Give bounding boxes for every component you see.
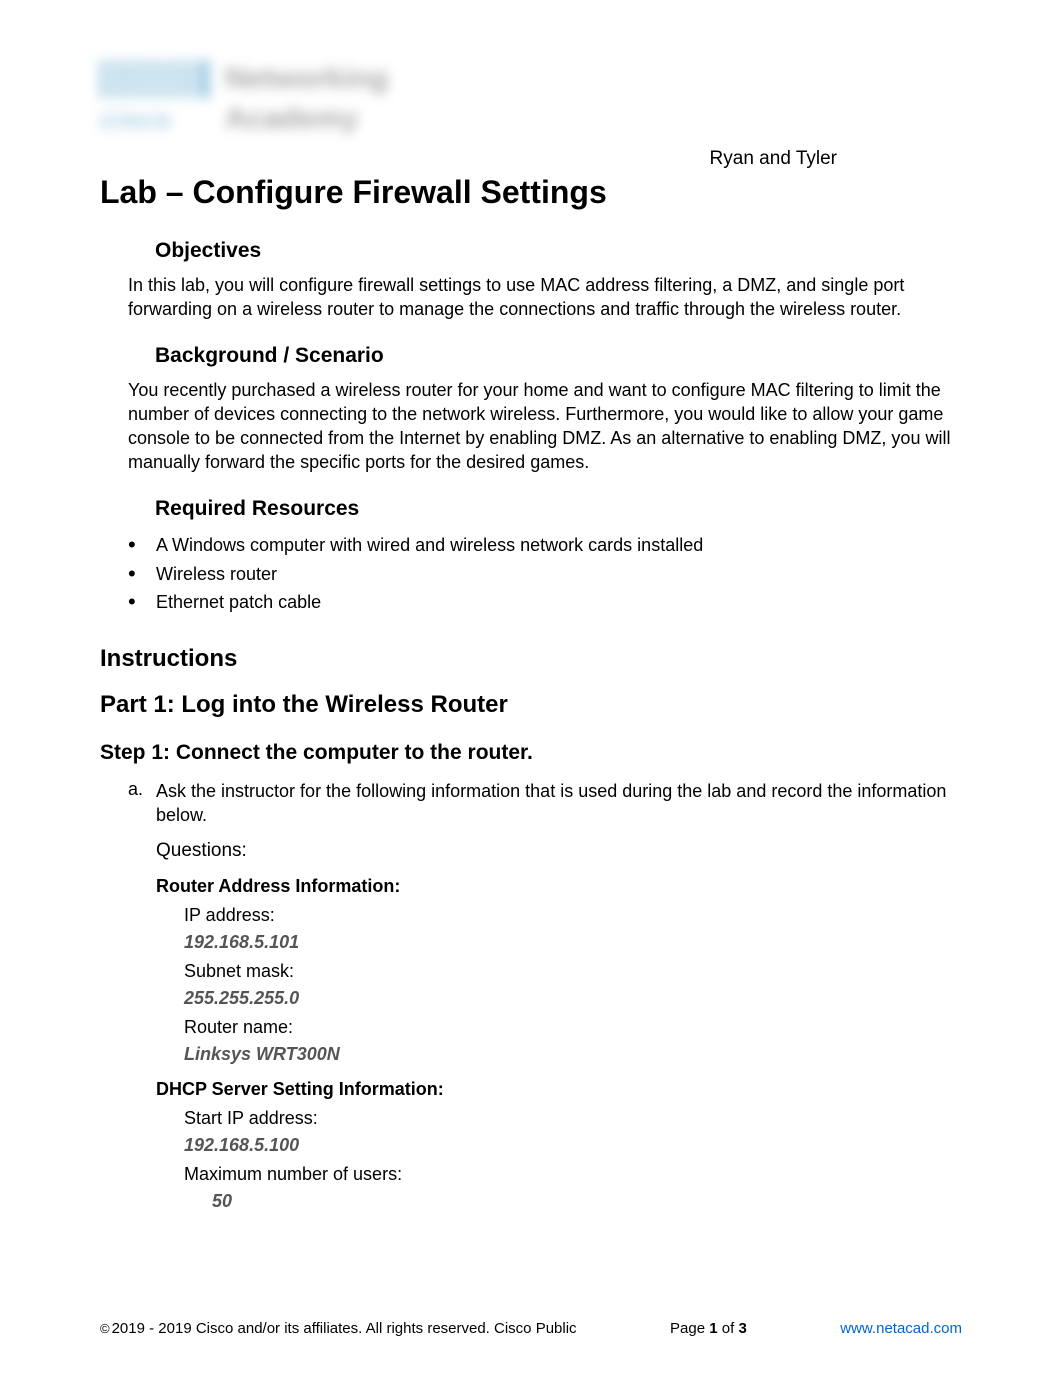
ip-address-value: 192.168.5.101 (184, 932, 962, 953)
item-letter: a. (128, 779, 156, 828)
instructions-heading: Instructions (100, 645, 962, 673)
ip-address-label: IP address: (184, 905, 962, 926)
list-item: Ethernet patch cable (128, 588, 962, 617)
router-name-value: Linksys WRT300N (184, 1044, 962, 1065)
resources-heading: Required Resources (155, 497, 962, 521)
start-ip-value: 192.168.5.100 (184, 1135, 962, 1156)
subnet-mask-value: 255.255.255.0 (184, 988, 962, 1009)
background-heading: Background / Scenario (155, 344, 962, 368)
logo-text-academy: Academy (225, 102, 358, 136)
list-item: Wireless router (128, 560, 962, 589)
logo-text-networking: Networking (225, 62, 388, 96)
step1-item-a: a. Ask the instructor for the following … (128, 779, 962, 828)
list-item: A Windows computer with wired and wirele… (128, 531, 962, 560)
page-number: Page 1 of 3 (670, 1320, 747, 1337)
router-name-label: Router name: (184, 1017, 962, 1038)
max-users-value: 50 (212, 1191, 962, 1212)
logo-brand: cisco (100, 104, 210, 135)
author-names: Ryan and Tyler (100, 148, 962, 170)
start-ip-label: Start IP address: (184, 1108, 962, 1129)
max-users-label: Maximum number of users: (184, 1164, 962, 1185)
step1-heading: Step 1: Connect the computer to the rout… (100, 741, 962, 765)
copyright-value: 2019 - 2019 Cisco and/or its affiliates.… (112, 1320, 577, 1337)
part1-heading: Part 1: Log into the Wireless Router (100, 691, 962, 719)
copyright-text: © 2019 - 2019 Cisco and/or its affiliate… (100, 1320, 577, 1337)
copyright-icon: © (100, 1321, 110, 1336)
objectives-text: In this lab, you will configure firewall… (128, 273, 962, 322)
page-footer: © 2019 - 2019 Cisco and/or its affiliate… (100, 1320, 962, 1337)
footer-link[interactable]: www.netacad.com (840, 1320, 962, 1337)
objectives-heading: Objectives (155, 239, 962, 263)
background-text: You recently purchased a wireless router… (128, 378, 962, 475)
questions-label: Questions: (156, 840, 962, 862)
resources-list: A Windows computer with wired and wirele… (128, 531, 962, 617)
item-text: Ask the instructor for the following inf… (156, 779, 962, 828)
router-info-heading: Router Address Information: (156, 876, 962, 897)
subnet-mask-label: Subnet mask: (184, 961, 962, 982)
cisco-bars-icon (100, 60, 210, 98)
page-title: Lab – Configure Firewall Settings (100, 174, 962, 211)
cisco-logo: Networking cisco Academy (100, 60, 430, 150)
dhcp-info-heading: DHCP Server Setting Information: (156, 1079, 962, 1100)
